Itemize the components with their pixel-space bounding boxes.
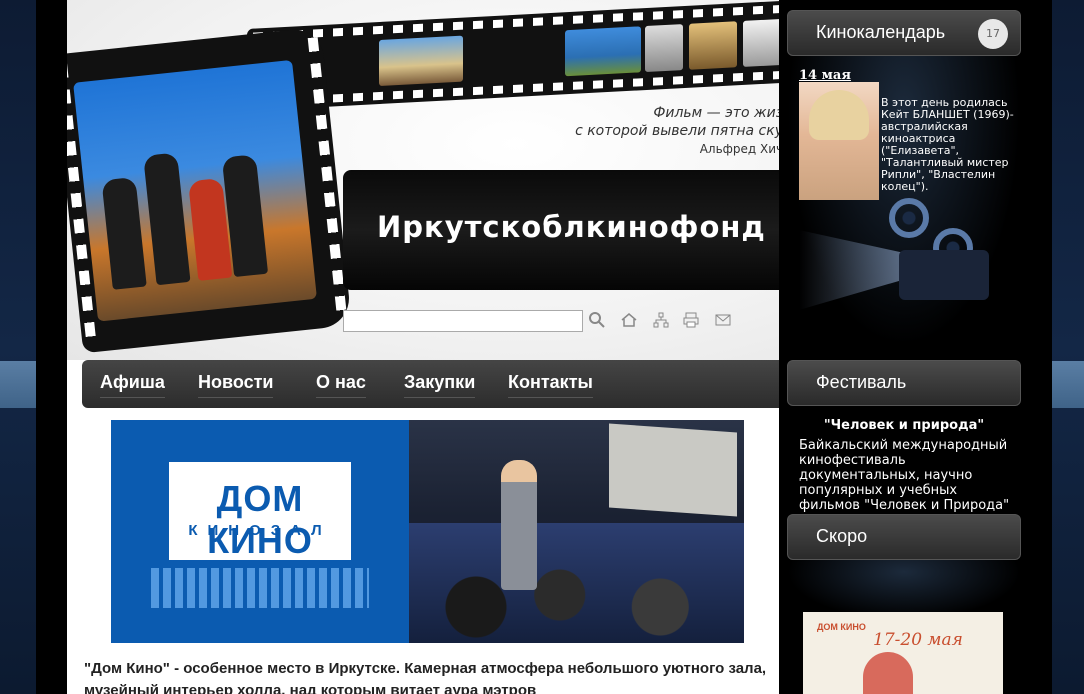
- cinema-screen: [609, 423, 737, 517]
- festival-title[interactable]: "Человек и природа": [787, 418, 1021, 433]
- banner-logo-panel: ДОМ КИНО КИНОЗАЛ: [111, 420, 409, 643]
- calendar-icon: 17: [978, 19, 1008, 49]
- nav-item-about[interactable]: О нас: [316, 372, 366, 398]
- festival-widget-header: Фестиваль: [787, 360, 1021, 406]
- main-column: Фильм — это жизнь, с которой вывели пятн…: [67, 0, 815, 694]
- main-nav: Афиша Новости О нас Закупки Контакты: [82, 360, 815, 408]
- dom-kino-logo: ДОМ КИНО КИНОЗАЛ: [169, 462, 351, 561]
- film-frame: [565, 26, 641, 77]
- film-crew-photo: [73, 59, 317, 322]
- soon-widget-header: Скоро: [787, 514, 1021, 560]
- cinema-seats-graphic: [151, 568, 369, 608]
- quote-author: Альфред Хичкок: [699, 142, 805, 156]
- print-icon[interactable]: [681, 311, 701, 331]
- audience: [409, 523, 744, 643]
- cinema-hall-photo: [409, 420, 744, 643]
- nav-item-news[interactable]: Новости: [198, 372, 274, 398]
- dom-kino-banner[interactable]: ДОМ КИНО КИНОЗАЛ: [111, 420, 744, 643]
- search-input[interactable]: [343, 310, 583, 332]
- page-right-border: [1048, 0, 1084, 694]
- right-sidebar: Кинокалендарь 17 14 мая В этот день роди…: [779, 0, 1021, 694]
- upcoming-poster[interactable]: ДОМ КИНО 17-20 мая: [803, 612, 1003, 694]
- nav-item-afisha[interactable]: Афиша: [100, 372, 165, 398]
- soon-heading: Скоро: [816, 526, 868, 546]
- calendar-heading: Кинокалендарь: [816, 22, 946, 42]
- poster-dates: 17-20 мая: [873, 630, 963, 650]
- search-icon[interactable]: [587, 311, 607, 331]
- side-band: [1048, 361, 1084, 408]
- film-strip-top: [247, 0, 815, 111]
- header-quote: Фильм — это жизнь, с которой вывели пятн…: [575, 104, 805, 156]
- actress-photo: [799, 82, 879, 200]
- sitemap-icon[interactable]: [651, 311, 671, 331]
- film-strip-left: [67, 26, 352, 354]
- poster-illustration: [863, 652, 913, 694]
- page-container: Фильм — это жизнь, с которой вывели пятн…: [36, 0, 1052, 694]
- page-left-border: [0, 0, 36, 694]
- quote-line-1: Фильм — это жизнь,: [653, 105, 805, 121]
- side-band: [0, 361, 36, 408]
- nav-item-contacts[interactable]: Контакты: [508, 372, 593, 398]
- film-frame: [379, 35, 463, 87]
- film-projector-graphic: [889, 190, 1009, 330]
- film-frame: [689, 21, 737, 70]
- article-text: "Дом Кино" - особенное место в Иркутске.…: [84, 660, 767, 694]
- calendar-date-link[interactable]: 14 мая: [799, 68, 851, 83]
- festival-description: Байкальский международный кинофестиваль …: [799, 438, 1010, 513]
- festival-heading: Фестиваль: [816, 372, 907, 392]
- left-strip: [36, 0, 67, 694]
- site-title: Иркутскоблкинофонд: [377, 210, 766, 244]
- presenter: [501, 460, 537, 590]
- calendar-widget-header: Кинокалендарь 17: [787, 10, 1021, 56]
- home-icon[interactable]: [619, 311, 639, 331]
- logo-sub-text: КИНОЗАЛ: [188, 522, 332, 539]
- header: Фильм — это жизнь, с которой вывели пятн…: [67, 0, 815, 360]
- nav-item-purchases[interactable]: Закупки: [404, 372, 476, 398]
- site-title-box: Иркутскоблкинофонд: [343, 170, 815, 290]
- quote-line-2: с которой вывели пятна скуки.: [575, 123, 805, 139]
- poster-title: ДОМ КИНО: [817, 622, 866, 632]
- film-frame: [645, 24, 683, 73]
- logo-main-text: ДОМ КИНО: [207, 478, 313, 561]
- calendar-text: В этот день родилась Кейт БЛАНШЕТ (1969)…: [881, 96, 1014, 193]
- mail-icon[interactable]: [713, 311, 733, 331]
